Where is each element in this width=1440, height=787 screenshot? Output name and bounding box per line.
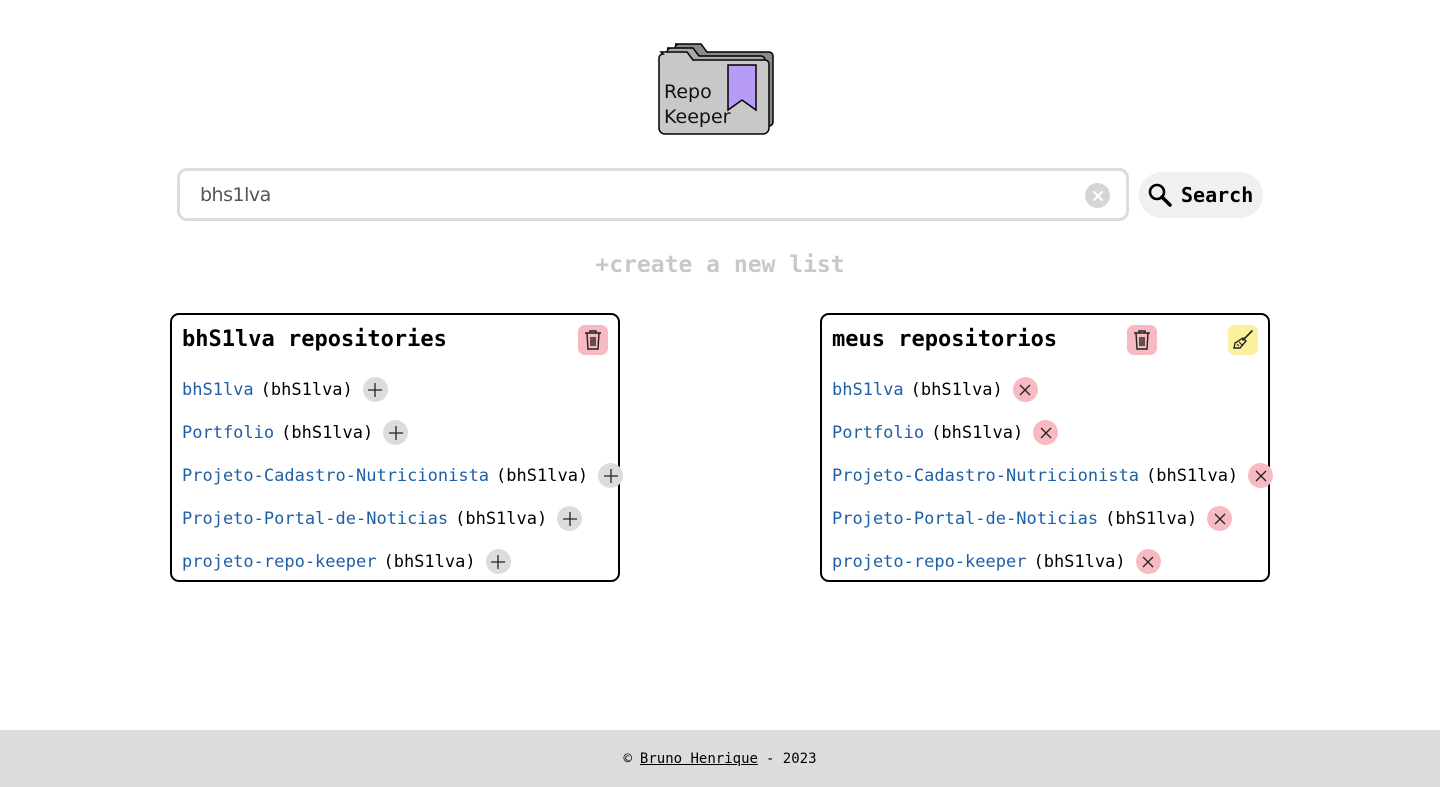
- remove-repo-button[interactable]: [1207, 506, 1233, 531]
- plus-icon: [368, 382, 383, 397]
- logo-text: Repo Keeper: [664, 80, 730, 130]
- close-icon: [1092, 190, 1103, 201]
- add-repo-button[interactable]: [598, 463, 624, 488]
- search-button[interactable]: Search: [1139, 172, 1263, 218]
- repo-link[interactable]: bhS1lva: [182, 380, 254, 400]
- close-icon: [1019, 384, 1031, 395]
- repo-link[interactable]: Portfolio: [182, 423, 274, 443]
- repo-link[interactable]: Projeto-Portal-de-Noticias: [832, 509, 1098, 529]
- list-item: Projeto-Cadastro-Nutricionista (bhS1lva): [832, 454, 1274, 497]
- add-repo-button[interactable]: [383, 420, 409, 445]
- repo-owner: (bhS1lva): [931, 422, 1024, 443]
- repo-link[interactable]: Projeto-Portal-de-Noticias: [182, 509, 448, 529]
- plus-icon: [562, 511, 577, 526]
- repo-link[interactable]: projeto-repo-keeper: [182, 552, 376, 572]
- repo-owner: (bhS1lva): [1033, 551, 1126, 572]
- repo-owner: (bhS1lva): [1146, 465, 1239, 486]
- list-title: bhS1lva repositories: [182, 327, 447, 352]
- copyright-symbol: ©: [623, 750, 632, 767]
- logo-line-1: Repo: [664, 81, 712, 103]
- delete-list-button[interactable]: [578, 325, 608, 355]
- trash-icon: [585, 330, 601, 350]
- search-icon: [1148, 183, 1172, 207]
- trash-icon: [1134, 330, 1150, 350]
- repo-owner: (bhS1lva): [383, 551, 476, 572]
- remove-repo-button[interactable]: [1248, 463, 1274, 488]
- repo-owner: (bhS1lva): [1105, 508, 1198, 529]
- broom-icon: [1233, 330, 1253, 349]
- logo-line-2: Keeper: [664, 106, 731, 128]
- close-icon: [1142, 556, 1154, 567]
- list-item: Projeto-Portal-de-Noticias (bhS1lva): [832, 497, 1273, 540]
- add-repo-button[interactable]: [485, 549, 511, 574]
- list-title: meus repositorios: [832, 327, 1058, 352]
- list-item: projeto-repo-keeper (bhS1lva): [832, 540, 1273, 583]
- footer-year: - 2023: [765, 750, 817, 767]
- repo-list: bhS1lva (bhS1lva) Portfolio (bhS1lva) Pr…: [182, 368, 624, 583]
- repo-owner: (bhS1lva): [260, 379, 353, 400]
- repo-list-card: bhS1lva repositories bhS1lva (bhS1lva) P…: [170, 313, 624, 583]
- add-repo-button[interactable]: [362, 377, 388, 402]
- list-item: projeto-repo-keeper (bhS1lva): [182, 540, 623, 583]
- plus-icon: [491, 554, 506, 569]
- remove-repo-button[interactable]: [1012, 377, 1038, 402]
- repo-owner: (bhS1lva): [910, 379, 1003, 400]
- repo-owner: (bhS1lva): [455, 508, 548, 529]
- repo-keeper-logo: Repo Keeper: [655, 38, 785, 138]
- delete-list-button[interactable]: [1127, 325, 1157, 355]
- list-item: Portfolio (bhS1lva): [832, 411, 1273, 454]
- create-new-list-button[interactable]: +create a new list: [0, 252, 1440, 278]
- repo-link[interactable]: Projeto-Cadastro-Nutricionista: [182, 466, 489, 486]
- remove-repo-button[interactable]: [1135, 549, 1161, 574]
- add-repo-button[interactable]: [557, 506, 583, 531]
- list-item: Projeto-Cadastro-Nutricionista (bhS1lva): [182, 454, 624, 497]
- repo-link[interactable]: projeto-repo-keeper: [832, 552, 1026, 572]
- plus-icon: [603, 468, 618, 483]
- repo-list-card: meus repositorios bhS1lva (bhS1lva) Port…: [820, 313, 1274, 583]
- remove-repo-button[interactable]: [1033, 420, 1059, 445]
- repo-owner: (bhS1lva): [281, 422, 374, 443]
- footer: © Bruno Henrique - 2023: [0, 730, 1440, 787]
- plus-icon: [388, 425, 403, 440]
- repo-link[interactable]: Portfolio: [832, 423, 924, 443]
- repo-owner: (bhS1lva): [496, 465, 589, 486]
- author-link[interactable]: Bruno Henrique: [640, 751, 758, 767]
- repo-list: bhS1lva (bhS1lva) Portfolio (bhS1lva) Pr…: [832, 368, 1274, 583]
- repo-link[interactable]: Projeto-Cadastro-Nutricionista: [832, 466, 1139, 486]
- search-button-label: Search: [1181, 183, 1254, 207]
- repo-link[interactable]: bhS1lva: [832, 380, 904, 400]
- search-input[interactable]: [200, 181, 1060, 209]
- clear-search-button[interactable]: [1085, 183, 1110, 208]
- clear-list-button[interactable]: [1228, 325, 1258, 355]
- search-box: [177, 168, 1129, 221]
- list-item: Projeto-Portal-de-Noticias (bhS1lva): [182, 497, 623, 540]
- list-item: bhS1lva (bhS1lva): [182, 368, 623, 411]
- list-item: Portfolio (bhS1lva): [182, 411, 623, 454]
- close-icon: [1214, 513, 1226, 524]
- close-icon: [1255, 470, 1267, 481]
- list-item: bhS1lva (bhS1lva): [832, 368, 1273, 411]
- close-icon: [1040, 427, 1052, 438]
